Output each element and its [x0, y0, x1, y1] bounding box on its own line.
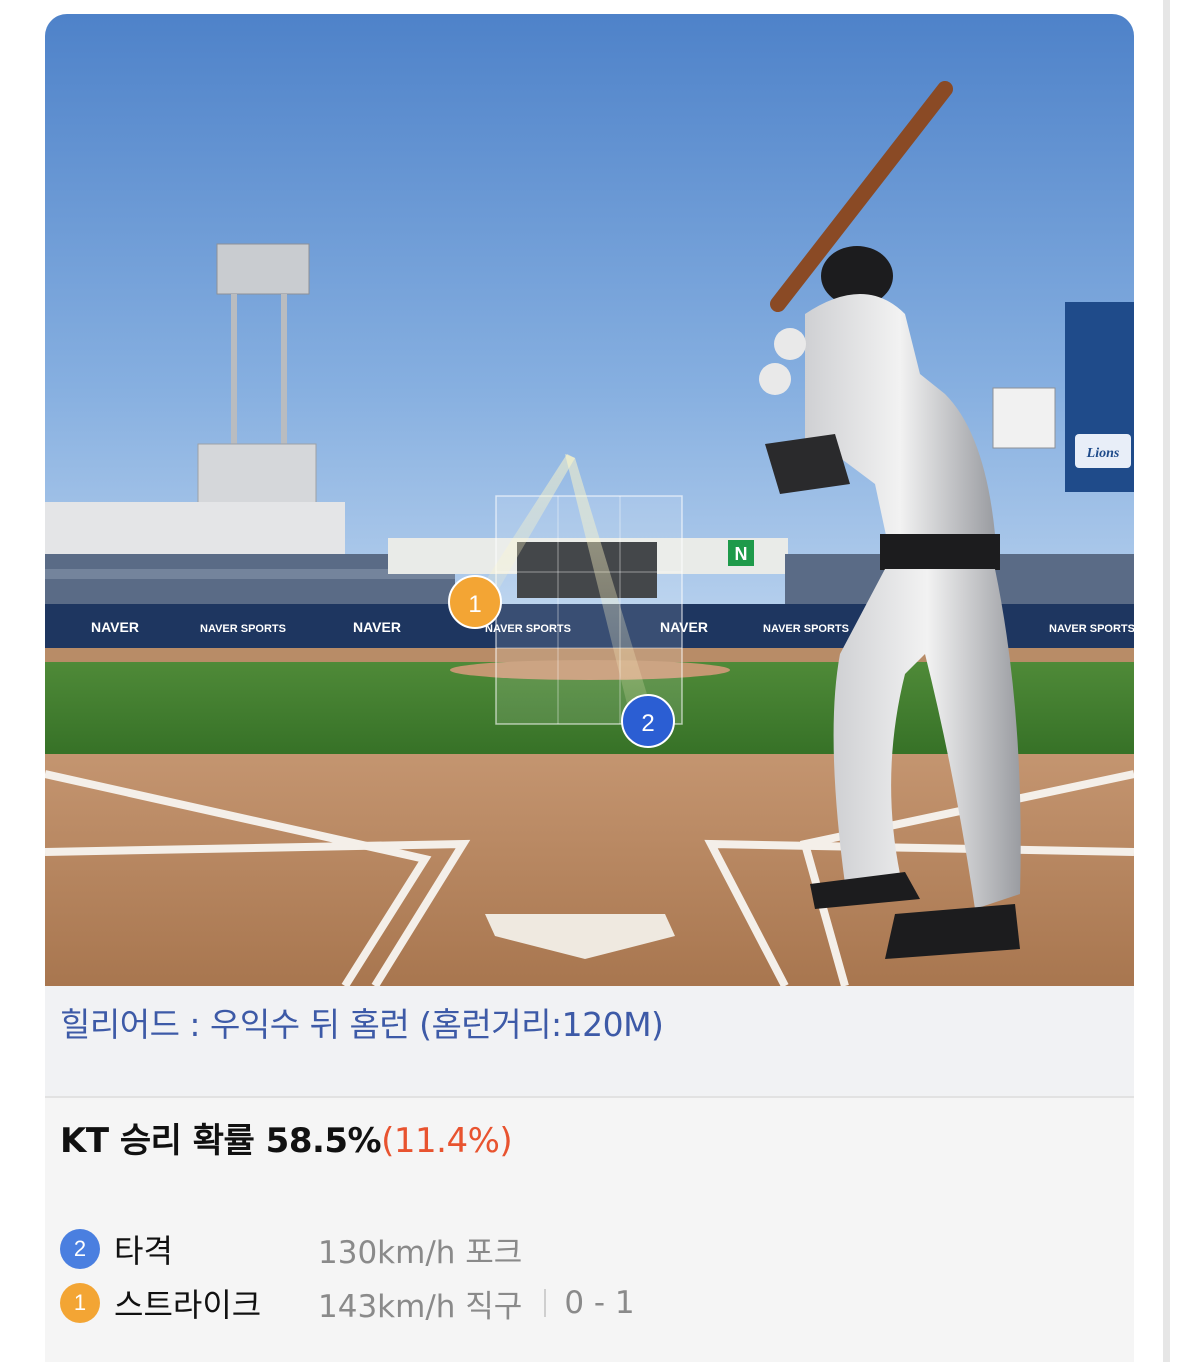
naver-n-sign: N	[735, 544, 748, 564]
ad-naver-sports-4: NAVER SPORTS	[1049, 623, 1134, 635]
win-probability-label: KT 승리 확률 58.5%	[60, 1121, 382, 1161]
pitch-number-badge: 2	[60, 1229, 100, 1269]
pitch-number-badge: 1	[60, 1283, 100, 1323]
pitch-result: 타격	[114, 1232, 173, 1270]
pitch-result: 스트라이크	[114, 1286, 262, 1324]
lions-logo: Lions	[1086, 446, 1120, 461]
scrollbar-track	[1163, 0, 1170, 1362]
ball-strike-count: 0 - 1	[564, 1285, 635, 1321]
ad-naver-1: NAVER	[91, 619, 139, 635]
ad-naver-sports-1: NAVER SPORTS	[200, 623, 286, 635]
win-probability: KT 승리 확률 58.5%(11.4%)	[60, 1113, 513, 1162]
pitch-visualization: N Lions NAVER NAVER SPORTS NAVER NAVER S…	[45, 14, 1134, 986]
svg-text:2: 2	[641, 710, 654, 737]
svg-text:1: 1	[468, 591, 481, 618]
ad-naver-sports-3: NAVER SPORTS	[763, 623, 849, 635]
pitch-speed-type: 143km/h 직구	[318, 1288, 523, 1325]
pitch-row-1: 1 스트라이크 143km/h 직구 0 - 1	[60, 1280, 635, 1326]
divider	[544, 1289, 547, 1317]
pitch-row-2: 2 타격 130km/h 포크	[60, 1226, 522, 1272]
pitch-speed-type: 130km/h 포크	[318, 1234, 523, 1271]
pitch-marker-2[interactable]: 2	[621, 694, 675, 748]
pitch-marker-1[interactable]: 1	[448, 575, 502, 629]
play-description: 힐리어드 : 우익수 뒤 홈런 (홈런거리:120M)	[60, 1005, 664, 1044]
ad-naver-2: NAVER	[353, 619, 401, 635]
win-probability-delta: (11.4%)	[381, 1121, 513, 1161]
